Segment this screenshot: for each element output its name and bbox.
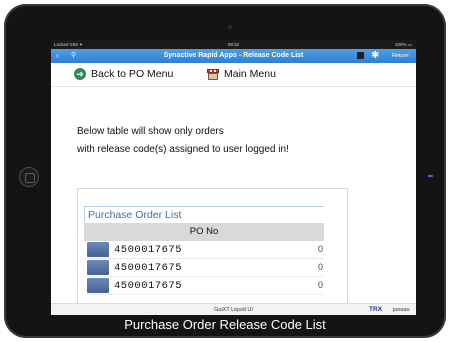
row-trailing-value: 0	[318, 244, 324, 254]
table-row[interactable]: 4500017675 0	[84, 241, 324, 259]
po-number: 4500017675	[114, 243, 183, 256]
title-bar: ‹ ⚲ Synactive Rapid Apps - Release Code …	[51, 49, 416, 63]
po-table-panel: Purchase Order List PO No 4500017675 0 4…	[77, 188, 348, 315]
trx-link[interactable]: TRX	[369, 306, 382, 313]
row-selector[interactable]	[87, 242, 109, 257]
nav-bar: ➜ Back to PO Menu Main Menu	[51, 63, 416, 87]
back-arrow-icon: ➜	[74, 68, 86, 80]
po-number: 4500017675	[114, 261, 183, 274]
tablet-frame: Locked SIM ✦ 08:32 100% ▭ ‹ ⚲ Synactive …	[4, 4, 446, 338]
main-menu-button[interactable]: Main Menu	[207, 68, 276, 80]
status-bar: Locked SIM ✦ 08:32 100% ▭	[51, 40, 416, 49]
store-icon	[207, 68, 219, 80]
row-trailing-value: 0	[318, 280, 324, 290]
row-trailing-value: 0	[318, 262, 324, 272]
side-indicator	[428, 175, 433, 177]
status-app-icon[interactable]	[357, 52, 364, 59]
info-line-1: Below table will show only orders	[77, 126, 224, 137]
return-button[interactable]: Return	[392, 53, 409, 59]
table-row[interactable]: 4500017675 0	[84, 259, 324, 277]
main-menu-label: Main Menu	[224, 68, 276, 80]
back-to-po-menu-label: Back to PO Menu	[91, 68, 174, 80]
battery-status: 100% ▭	[394, 42, 412, 47]
table-row[interactable]: 4500017675 0	[84, 277, 324, 295]
column-header-po-no[interactable]: PO No	[84, 223, 324, 241]
footer-bar: GuiXT Liquid UI TRX juneau	[51, 303, 416, 315]
screen: Locked SIM ✦ 08:32 100% ▭ ‹ ⚲ Synactive …	[51, 40, 416, 315]
table-caption: Purchase Order List	[84, 206, 324, 222]
info-message: Below table will show only orders with r…	[77, 123, 289, 159]
footer-brand: GuiXT Liquid UI	[214, 307, 253, 313]
gear-icon[interactable]: ✱	[371, 49, 379, 63]
info-line-2: with release code(s) assigned to user lo…	[77, 144, 289, 155]
logged-in-user: juneau	[393, 307, 410, 313]
home-button[interactable]	[19, 167, 39, 187]
image-caption: Purchase Order Release Code List	[124, 317, 326, 332]
clock: 08:32	[227, 42, 240, 47]
camera-dot	[228, 25, 232, 29]
back-to-po-menu-button[interactable]: ➜ Back to PO Menu	[74, 68, 173, 80]
po-number: 4500017675	[114, 279, 183, 292]
row-selector[interactable]	[87, 278, 109, 293]
row-selector[interactable]	[87, 260, 109, 275]
